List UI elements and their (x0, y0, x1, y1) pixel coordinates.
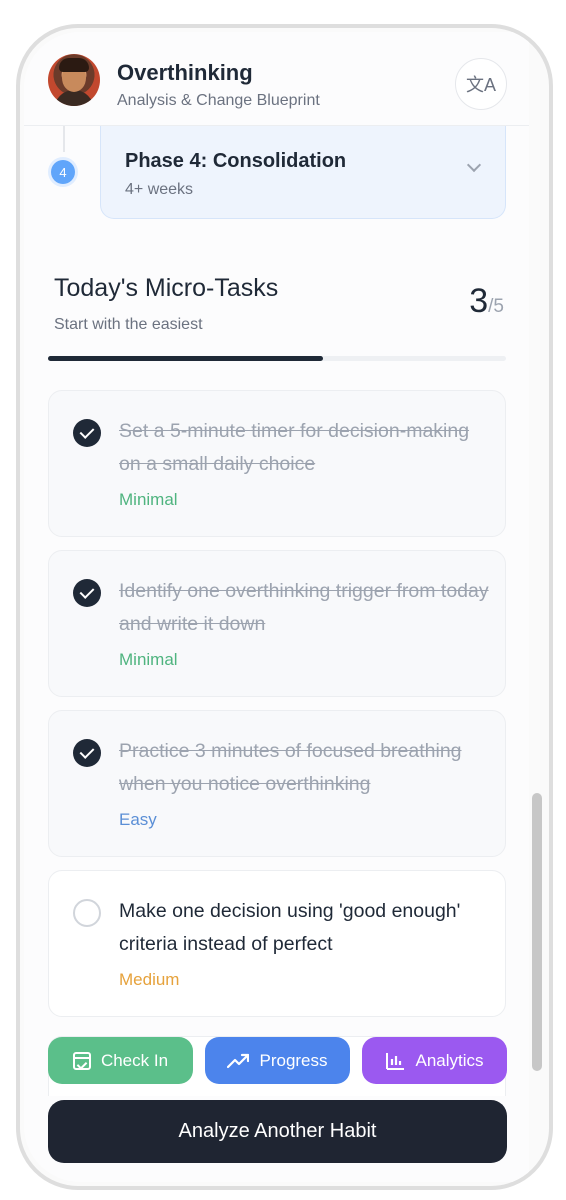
user-avatar[interactable] (48, 54, 100, 106)
completed-count: 3 (469, 282, 489, 320)
chevron-down-icon[interactable] (466, 157, 482, 173)
checked-icon[interactable] (73, 579, 101, 607)
translate-button[interactable]: 文A (455, 58, 507, 110)
task-difficulty: Medium (119, 970, 180, 989)
avatar-body (54, 90, 94, 106)
analytics-button[interactable]: Analytics (362, 1037, 507, 1084)
check-in-label: Check In (100, 1050, 169, 1070)
analytics-label: Analytics (415, 1050, 484, 1070)
total-count: /5 (488, 296, 504, 317)
phase-card[interactable]: Phase 4: Consolidation 4+ weeks (100, 126, 506, 219)
task-difficulty: Easy (119, 810, 157, 829)
phone-frame: Overthinking Analysis & Change Blueprint… (16, 24, 553, 1190)
page-title: Overthinking (117, 60, 253, 85)
tasks-progress-bar (48, 356, 506, 361)
progress-button[interactable]: Progress (205, 1037, 350, 1084)
tasks-progress-fill (48, 356, 323, 361)
task-difficulty: Minimal (119, 490, 178, 509)
timeline-line (63, 126, 65, 152)
task-counter: 3/5 (469, 282, 504, 321)
task-card[interactable]: Make one decision using 'good enough' cr… (48, 870, 506, 1017)
task-card[interactable]: Identify one overthinking trigger from t… (48, 550, 506, 697)
scrollbar-thumb[interactable] (532, 793, 542, 1071)
micro-tasks-subheading: Start with the easiest (54, 316, 203, 333)
micro-tasks-heading: Today's Micro-Tasks (54, 274, 279, 302)
page-subtitle: Analysis & Change Blueprint (117, 92, 320, 109)
task-text: Set a 5-minute timer for decision-making… (119, 420, 470, 475)
translate-icon: 文A (465, 75, 496, 95)
app-screen: Overthinking Analysis & Change Blueprint… (24, 32, 529, 1182)
check-in-button[interactable]: Check In (48, 1037, 193, 1084)
analyze-another-habit-button[interactable]: Analyze Another Habit (48, 1100, 507, 1163)
progress-label: Progress (259, 1050, 328, 1070)
task-text: Identify one overthinking trigger from t… (119, 580, 489, 635)
task-card[interactable]: Practice 3 minutes of focused breathing … (48, 710, 506, 857)
app-header: Overthinking Analysis & Change Blueprint… (24, 32, 529, 126)
avatar-hair (59, 58, 89, 72)
calendar-check-icon (72, 1051, 91, 1070)
task-difficulty: Minimal (119, 650, 178, 669)
task-text: Practice 3 minutes of focused breathing … (119, 740, 462, 795)
trending-up-icon (227, 1053, 250, 1068)
bar-chart-icon (386, 1052, 405, 1070)
phase-duration: 4+ weeks (125, 181, 194, 198)
unchecked-circle-icon[interactable] (73, 899, 101, 927)
task-card[interactable]: Set a 5-minute timer for decision-making… (48, 390, 506, 537)
phase-title: Phase 4: Consolidation (125, 150, 347, 172)
checked-icon[interactable] (73, 739, 101, 767)
task-text: Make one decision using 'good enough' cr… (119, 900, 461, 955)
phase-number-badge: 4 (51, 160, 75, 184)
checked-icon[interactable] (73, 419, 101, 447)
